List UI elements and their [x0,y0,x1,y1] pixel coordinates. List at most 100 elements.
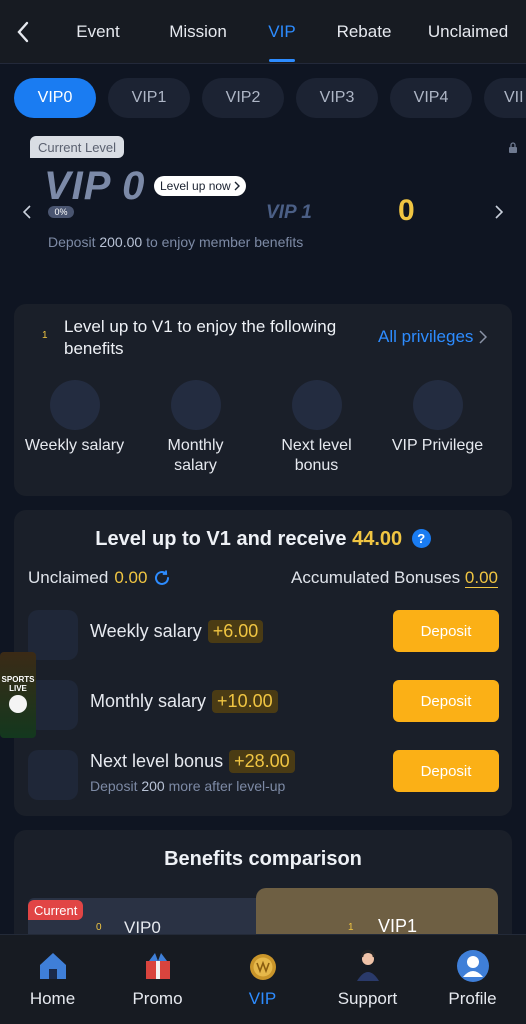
nav-support[interactable]: Support [315,935,420,1024]
deposit-button-monthly[interactable]: Deposit [393,680,499,722]
unclaimed-summary: Unclaimed 0.00 [28,568,171,588]
vip-medal-icon [249,954,276,980]
privileges-card: 1 Level up to V1 to enjoy the following … [14,304,512,496]
reward-label: Weekly salary +6.00 [90,620,264,643]
rewards-title-text: Level up to V1 and receive [95,528,347,550]
next-level-bonus-icon [291,380,342,430]
next-level-arrow[interactable] [492,202,506,222]
tab-mission[interactable]: Mission [150,0,246,64]
current-tag: Current [28,900,84,920]
promo-line1: SPORTS [1,675,35,684]
hint-prefix: Deposit [48,234,96,250]
current-level-panel: Current Level VIP 0 Level up now 0% VIP … [0,130,526,260]
reward-label: Next level bonus +28.00 [90,750,295,773]
pill-vip0[interactable]: VIP0 [14,78,96,118]
accumulated-label: Accumulated Bonuses [291,568,461,587]
profile-avatar-icon [456,950,489,982]
sub-amount: 200 [141,778,165,794]
nav-profile[interactable]: Profile [420,935,525,1024]
tab-rebate[interactable]: Rebate [318,0,410,64]
nav-vip[interactable]: VIP [210,935,315,1024]
tab-event[interactable]: Event [46,0,150,64]
refresh-icon[interactable] [153,569,171,587]
chevron-right-icon [479,330,488,344]
current-vip-label: VIP 0 [44,164,146,208]
right-index: 1 [348,922,354,933]
privilege-weekly-salary[interactable]: Weekly salary [14,380,135,476]
accumulated-bonuses[interactable]: Accumulated Bonuses 0.00 [291,568,498,588]
prev-level-arrow[interactable] [20,202,34,222]
next-vip-label: VIP 1 [266,202,312,223]
privilege-label: Weekly salary [24,437,125,454]
left-index: 0 [96,922,102,933]
reward-row-next-level: Next level bonus +28.00 Deposit 200 more… [14,750,512,804]
current-level-tag: Current Level [30,136,125,158]
vip-level-selector: VIP0 VIP1 VIP2 VIP3 VIP4 VII [14,78,526,120]
nav-label: Support [337,989,398,1008]
privilege-label: VIP Privilege [391,437,484,454]
next-level-value: 0 [398,194,415,227]
sub-prefix: Deposit [90,778,138,794]
promo-gift-icon [145,953,170,979]
pill-vip2[interactable]: VIP2 [202,78,284,118]
reward-name: Monthly salary [90,691,207,711]
reward-row-weekly: Weekly salary +6.00 Deposit [14,610,512,664]
nav-label: Promo [132,989,183,1008]
privileges-heading: Level up to V1 to enjoy the following be… [64,317,337,358]
weekly-salary-icon [49,380,100,430]
all-privileges-label: All privileges [378,327,474,346]
reward-amount: +6.00 [207,620,264,643]
privilege-monthly-salary[interactable]: Monthly salary [135,380,256,476]
privilege-vip[interactable]: VIP Privilege [377,380,498,476]
rewards-total-amount: 44.00 [352,528,403,550]
privileges-index: 1 [42,330,48,341]
reward-amount: +28.00 [229,750,295,773]
chevron-left-icon [17,21,29,42]
nav-label: Home [29,989,76,1008]
chevron-left-icon [23,205,31,219]
reward-row-monthly: Monthly salary +10.00 Deposit [14,680,512,734]
progress-percent-badge: 0% [48,206,74,218]
top-nav: Event Mission VIP Rebate Unclaimed [0,0,526,64]
soccer-ball-icon [9,695,27,713]
back-button[interactable] [0,0,46,64]
unclaimed-value: 0.00 [114,568,148,587]
weekly-salary-icon [28,610,78,660]
lock-icon [509,142,517,153]
bottom-nav: Home Promo VIP Support Profile [0,934,526,1024]
pill-vip3[interactable]: VIP3 [296,78,378,118]
privilege-label: Next level bonus [281,437,352,474]
deposit-button-weekly[interactable]: Deposit [393,610,499,652]
nav-label: Profile [448,989,497,1008]
vip-privilege-icon [412,380,463,430]
unclaimed-label: Unclaimed [28,568,109,587]
reward-subtext: Deposit 200 more after level-up [90,778,285,794]
privilege-next-level-bonus[interactable]: Next level bonus [256,380,377,476]
chevron-right-icon [234,181,240,191]
sub-suffix: more after level-up [168,778,286,794]
tab-vip[interactable]: VIP [246,0,318,64]
nav-home[interactable]: Home [0,935,105,1024]
monthly-salary-icon [170,380,221,430]
level-up-now-label: Level up now [160,179,231,193]
level-up-now-button[interactable]: Level up now [154,176,246,196]
deposit-button-next-level[interactable]: Deposit [393,750,499,792]
nav-promo[interactable]: Promo [105,935,210,1024]
sports-live-promo-widget[interactable]: SPORTS LIVE [0,652,36,738]
privilege-label: Monthly salary [167,437,224,474]
rewards-title: Level up to V1 and receive 44.00 ? [14,528,512,551]
tab-unclaimed[interactable]: Unclaimed [410,0,526,64]
all-privileges-link[interactable]: All privileges [378,327,488,347]
pill-vip5-partial[interactable]: VII [484,78,526,118]
deposit-hint: Deposit 200.00 to enjoy member benefits [48,234,303,250]
reward-label: Monthly salary +10.00 [90,690,278,713]
help-icon[interactable]: ? [411,529,431,548]
comparison-title: Benefits comparison [164,848,362,870]
accumulated-value: 0.00 [464,568,498,588]
nav-label: VIP [248,989,277,1008]
pill-vip1[interactable]: VIP1 [108,78,190,118]
privilege-list: Weekly salary Monthly salary Next level … [14,380,512,476]
chevron-right-icon [495,205,503,219]
pill-vip4[interactable]: VIP4 [390,78,472,118]
next-level-bonus-icon [28,750,78,800]
